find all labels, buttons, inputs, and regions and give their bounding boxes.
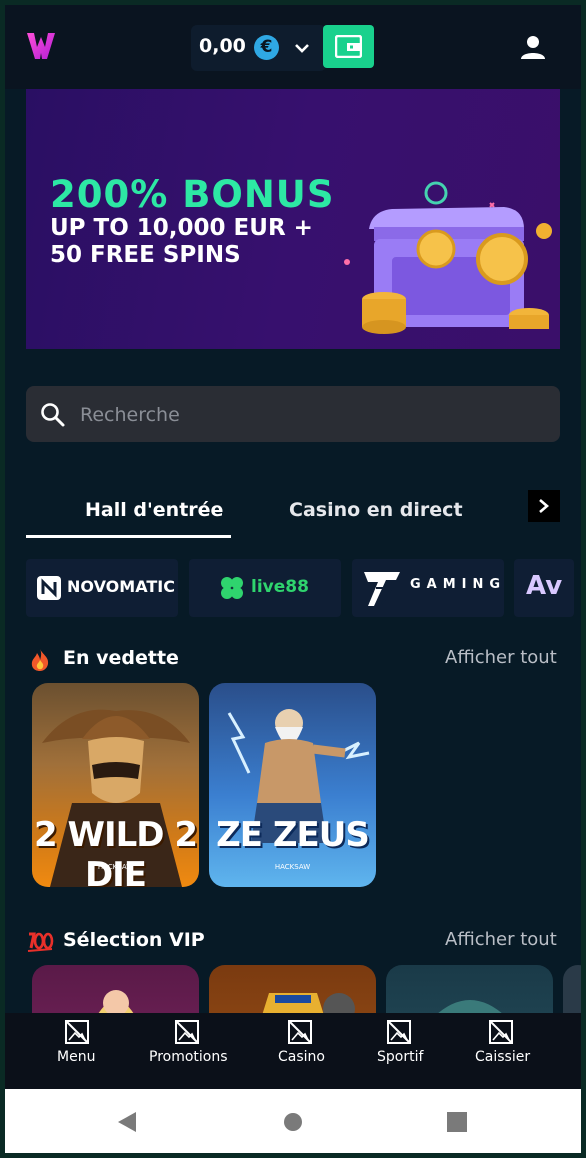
zeus-artwork <box>227 709 370 843</box>
section-title-vip: Sélection VIP <box>63 929 205 951</box>
nav-casino-label: Casino <box>278 1049 325 1065</box>
featured-see-all-link[interactable]: Afficher tout <box>445 647 557 668</box>
provider-label: live88 <box>251 577 309 597</box>
nav-menu[interactable]: Menu <box>49 1013 105 1089</box>
wallet-button[interactable] <box>323 25 374 68</box>
tab-casino-en-direct[interactable]: Casino en direct <box>289 499 463 521</box>
game-card-ze-zeus[interactable]: ZE ZEUS HACKSAW <box>209 683 376 887</box>
system-navigation-bar <box>5 1089 581 1153</box>
banner-subtitle-2: 50 FREE SPINS <box>50 242 241 268</box>
provider-7777-gaming[interactable]: GAMING <box>352 559 504 617</box>
balance-amount: 0,00 <box>199 35 246 57</box>
home-icon[interactable] <box>283 1112 303 1132</box>
provider-label: GAMING <box>410 577 504 592</box>
broken-image-icon <box>489 1020 513 1044</box>
seven-gaming-logo-icon <box>364 572 400 606</box>
nav-promotions-label: Promotions <box>149 1049 228 1065</box>
nav-sportif-label: Sportif <box>377 1049 424 1065</box>
novomatic-logo-icon <box>37 576 61 600</box>
section-title-featured: En vedette <box>63 647 179 669</box>
nav-menu-label: Menu <box>57 1049 96 1065</box>
clover-icon <box>221 577 243 599</box>
nav-casino[interactable]: Casino <box>273 1013 329 1089</box>
back-icon[interactable] <box>116 1111 138 1133</box>
nav-caissier-label: Caissier <box>475 1049 531 1065</box>
wallet-icon <box>335 35 362 58</box>
promo-banner[interactable]: 200% BONUS UP TO 10,000 EUR + 50 FREE SP… <box>26 89 560 349</box>
user-icon[interactable] <box>520 34 546 60</box>
banner-title: 200% BONUS <box>50 173 335 216</box>
provider-novomatic[interactable]: NOVOMATIC <box>26 559 178 617</box>
euro-icon: € <box>254 35 279 60</box>
app-screen: 0,00 € 200% BONUS UP TO 10,000 EUR + 50 … <box>5 5 581 1153</box>
hundred-points-icon <box>27 932 54 952</box>
w-logo-icon[interactable] <box>25 29 57 61</box>
provider-label: Av <box>526 571 563 601</box>
search-input[interactable] <box>78 394 542 436</box>
nav-caissier[interactable]: Caissier <box>471 1013 535 1089</box>
game-title: 2 WILD 2 DIE <box>33 815 198 887</box>
nav-sportif[interactable]: Sportif <box>373 1013 429 1089</box>
banner-subtitle: UP TO 10,000 EUR + <box>50 215 313 241</box>
top-bar: 0,00 € <box>5 5 581 89</box>
nav-promotions[interactable]: Promotions <box>147 1013 228 1089</box>
vip-see-all-link[interactable]: Afficher tout <box>445 929 557 950</box>
fire-icon <box>31 649 49 671</box>
tab-active-indicator <box>26 535 231 538</box>
broken-image-icon <box>175 1020 199 1044</box>
balance-selector[interactable]: 0,00 € <box>191 25 326 71</box>
chevron-right-icon <box>539 499 549 513</box>
tabs-next-button[interactable] <box>528 490 560 522</box>
broken-image-icon <box>288 1020 312 1044</box>
broken-image-icon <box>65 1020 89 1044</box>
chevron-down-icon[interactable] <box>293 39 311 57</box>
provider-live88[interactable]: live88 <box>189 559 341 617</box>
game-card-2-wild-2-die[interactable]: 2 WILD 2 DIE HACKSAW <box>32 683 199 887</box>
search-bar[interactable] <box>26 386 560 442</box>
search-icon <box>41 403 65 427</box>
treasure-chest-icon <box>344 181 552 334</box>
provider-av[interactable]: Av <box>514 559 574 617</box>
game-maker: HACKSAW <box>97 863 134 871</box>
recents-icon[interactable] <box>447 1112 467 1132</box>
game-title: ZE ZEUS <box>216 815 370 855</box>
broken-image-icon <box>387 1020 411 1044</box>
game-maker: HACKSAW <box>274 863 311 871</box>
bottom-navigation: Menu Promotions Casino Sportif Caissier <box>5 1013 581 1089</box>
tab-hall-entree[interactable]: Hall d'entrée <box>85 499 223 521</box>
provider-label: NOVOMATIC <box>67 577 175 596</box>
